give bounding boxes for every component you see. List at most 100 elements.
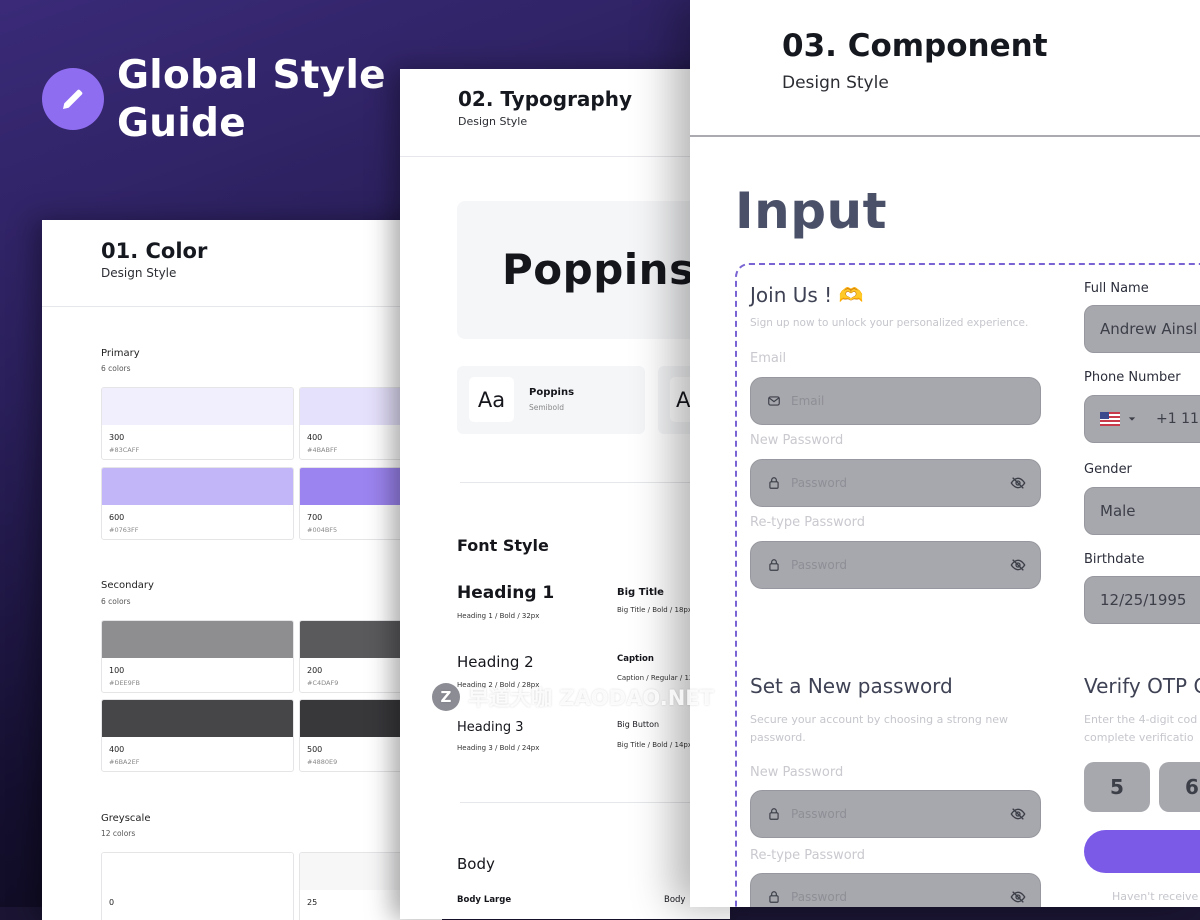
color-swatch[interactable]: 600 #0763FF xyxy=(101,467,294,540)
otp-desc-line2: complete verificatio xyxy=(1084,731,1194,744)
style-spec: Heading 1 / Bold / 32px xyxy=(457,612,540,620)
password-placeholder: Password xyxy=(791,807,848,821)
color-swatch[interactable]: 100 #DEE9FB xyxy=(101,620,294,693)
caret-down-icon[interactable] xyxy=(1128,415,1136,423)
style-title: Big Button xyxy=(617,720,660,729)
email-placeholder: Email xyxy=(791,394,825,408)
hero-title-line2: Guide xyxy=(117,101,247,146)
retype-password-field[interactable]: Password xyxy=(750,541,1041,589)
gender-select[interactable]: Male xyxy=(1084,487,1200,535)
divider xyxy=(690,135,1200,137)
eye-off-icon[interactable] xyxy=(1010,806,1026,822)
watermark: Z 早道大咖 ZAODAO.NET xyxy=(432,682,714,712)
lock-icon xyxy=(769,559,779,571)
otp-digit[interactable]: 5 xyxy=(1084,762,1150,812)
style-spec: Big Title / Bold / 18px xyxy=(617,606,693,614)
style-spec: Heading 3 / Bold / 24px xyxy=(457,744,540,752)
watermark-text: 早道大咖 ZAODAO.NET xyxy=(468,686,714,710)
swatch-hex: #C4DAF9 xyxy=(307,679,339,687)
email-label: Email xyxy=(750,351,787,366)
swatch-hex: #83CAFF xyxy=(109,446,140,454)
hero-title: Global Style Guide xyxy=(117,52,386,148)
verify-button[interactable] xyxy=(1084,830,1200,873)
swatch-hex: #6BA2EF xyxy=(109,758,140,766)
component-panel: 03. Component Design Style Input Join Us… xyxy=(690,0,1200,907)
section-greyscale-name: Greyscale xyxy=(101,813,151,824)
color-swatch[interactable]: 300 #83CAFF xyxy=(101,387,294,460)
gender-value: Male xyxy=(1100,502,1136,520)
join-title: Join Us ! 🫶 xyxy=(750,283,864,307)
section-primary-count: 6 colors xyxy=(101,364,131,373)
font-style-title: Font Style xyxy=(457,536,549,555)
body-item: Body Large xyxy=(457,895,512,905)
hero-badge xyxy=(42,68,104,130)
password-placeholder: Password xyxy=(791,558,848,572)
font-weight-card: Aa Poppins Semibold xyxy=(457,366,645,434)
font-sample: Aa xyxy=(469,377,514,422)
body-title: Body xyxy=(457,855,495,873)
swatch-hex: #4BABFF xyxy=(307,446,338,454)
style-title: Heading 2 xyxy=(457,653,534,671)
component-panel-subtitle: Design Style xyxy=(782,73,889,93)
swatch-name: 0 xyxy=(109,898,115,907)
new-password-label: New Password xyxy=(750,433,844,448)
password-placeholder: Password xyxy=(791,890,848,904)
component-panel-title: 03. Component xyxy=(782,28,1048,64)
otp-footer: Haven't receive xyxy=(1112,890,1199,903)
section-greyscale-count: 12 colors xyxy=(101,829,136,838)
new-password-field[interactable]: Password xyxy=(750,459,1041,507)
swatch-name: 600 xyxy=(109,513,125,522)
birthdate-value: 12/25/1995 xyxy=(1100,591,1187,609)
swatch-name: 500 xyxy=(307,745,323,754)
swatch-hex: #0763FF xyxy=(109,526,139,534)
email-field[interactable]: Email xyxy=(750,377,1041,425)
color-panel-title: 01. Color xyxy=(101,239,208,263)
watermark-logo: Z xyxy=(432,683,460,711)
eye-off-icon[interactable] xyxy=(1010,475,1026,491)
eye-off-icon[interactable] xyxy=(1010,557,1026,573)
style-spec: Big Title / Bold / 14px xyxy=(617,741,693,749)
section-secondary-count: 6 colors xyxy=(101,597,131,606)
full-name-value: Andrew Ainsl xyxy=(1100,320,1198,338)
retype-password-label: Re-type Password xyxy=(750,848,866,863)
swatch-name: 200 xyxy=(307,666,323,675)
full-name-field[interactable]: Andrew Ainsl xyxy=(1084,305,1200,353)
font-weight-label: Semibold xyxy=(529,403,564,412)
swatch-hex: #004BF5 xyxy=(307,526,338,534)
otp-desc-line1: Enter the 4-digit cod xyxy=(1084,713,1198,726)
section-primary-name: Primary xyxy=(101,348,140,359)
new-password-label: New Password xyxy=(750,765,844,780)
section-heading: Input xyxy=(735,182,887,240)
reset-password-field[interactable]: Password xyxy=(750,790,1041,838)
swatch-name: 300 xyxy=(109,433,125,442)
divider xyxy=(400,156,730,157)
style-title: Heading 1 xyxy=(457,583,555,603)
retype-password-label: Re-type Password xyxy=(750,515,866,530)
swatch-hex: #4880E9 xyxy=(307,758,338,766)
color-panel-subtitle: Design Style xyxy=(101,266,177,280)
typography-panel-title: 02. Typography xyxy=(458,87,633,111)
phone-value: +1 111 4 xyxy=(1156,411,1200,427)
otp-digit[interactable]: 6 xyxy=(1159,762,1200,812)
lock-icon xyxy=(769,891,779,903)
color-swatch[interactable]: 0 xyxy=(101,852,294,920)
divider xyxy=(42,306,442,307)
lock-icon xyxy=(769,477,779,489)
join-desc: Sign up now to unlock your personalized … xyxy=(750,317,1029,329)
style-title: Caption xyxy=(617,654,654,664)
swatch-name: 400 xyxy=(109,745,125,754)
hero-title-line1: Global Style xyxy=(117,53,386,98)
reset-title: Set a New password xyxy=(750,674,953,698)
otp-title: Verify OTP C xyxy=(1084,674,1200,698)
birthdate-field[interactable]: 12/25/1995 xyxy=(1084,576,1200,624)
reset-desc-line2: password. xyxy=(750,731,806,744)
eye-off-icon[interactable] xyxy=(1010,889,1026,905)
typography-panel-subtitle: Design Style xyxy=(458,115,528,128)
color-swatch[interactable]: 400 #6BA2EF xyxy=(101,699,294,772)
mail-icon xyxy=(768,396,780,406)
swatch-hex: #DEE9FB xyxy=(109,679,140,687)
phone-field[interactable]: +1 111 4 xyxy=(1084,395,1200,443)
reset-retype-field[interactable]: Password xyxy=(750,873,1041,907)
birthdate-label: Birthdate xyxy=(1084,552,1145,567)
phone-label: Phone Number xyxy=(1084,370,1181,385)
